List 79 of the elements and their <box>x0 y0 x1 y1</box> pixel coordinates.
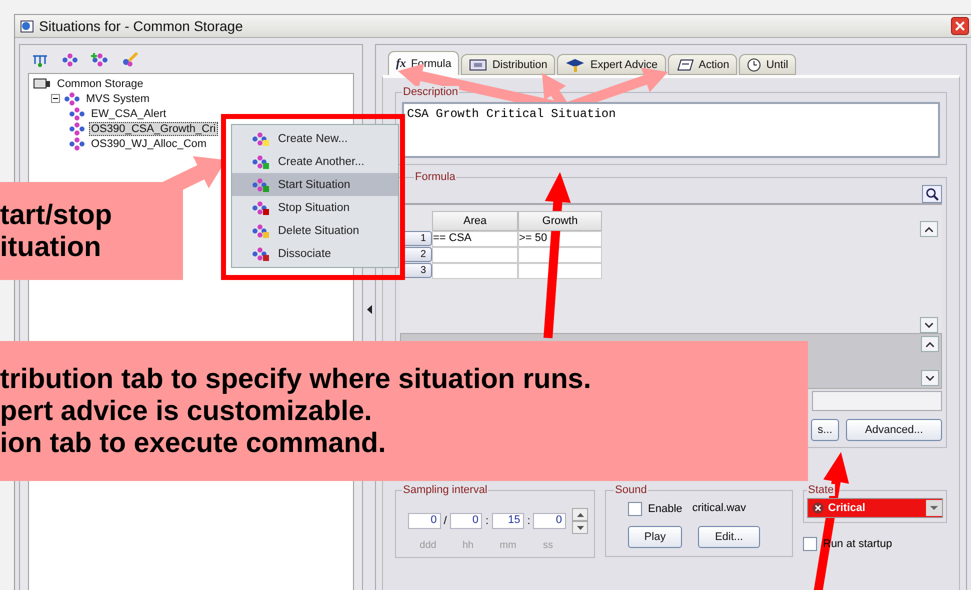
cluster-icon <box>69 106 85 120</box>
callout-text: ituation <box>0 231 102 264</box>
close-button[interactable] <box>951 17 969 35</box>
unit-label: ddd <box>418 540 438 551</box>
cluster-icon <box>69 122 85 136</box>
sound-button[interactable]: Edit... <box>698 526 760 548</box>
scroll-down-icon[interactable] <box>921 370 939 386</box>
group-label: State <box>807 484 835 496</box>
menu-item[interactable]: Start Situation <box>232 173 398 196</box>
menu-item[interactable]: Stop Situation <box>232 196 398 219</box>
tree-item[interactable]: OS390_WJ_Alloc_Com <box>89 136 209 150</box>
input-field[interactable] <box>812 391 942 411</box>
time-field[interactable]: 0 <box>533 513 566 529</box>
tree-item[interactable]: EW_CSA_Alert <box>89 106 168 120</box>
time-field[interactable]: 0 <box>450 513 482 529</box>
cluster-stop-icon <box>252 200 270 216</box>
unit-label: ss <box>542 540 554 551</box>
magnifier-icon[interactable] <box>922 185 942 203</box>
group-label: Description <box>402 86 460 98</box>
menu-item[interactable]: Dissociate <box>232 242 398 265</box>
file-name: critical.wav <box>692 502 746 516</box>
formula-button[interactable]: s... <box>811 419 839 441</box>
separator: / <box>444 515 447 527</box>
window-title: Situations for - Common Storage <box>39 18 244 34</box>
tab[interactable]: Action <box>668 54 738 75</box>
separator: : <box>527 515 530 527</box>
list-icon <box>676 58 694 70</box>
computer-icon <box>33 78 51 90</box>
unit-label: hh <box>461 540 475 551</box>
scroll-down-icon[interactable] <box>920 317 938 333</box>
row-number[interactable]: 3 <box>402 263 432 278</box>
callout-text: pert advice is customizable. <box>0 394 372 428</box>
collapse-arrow-icon[interactable] <box>366 305 372 314</box>
cluster-icon <box>69 136 85 150</box>
callout-text: ion tab to execute command. <box>0 427 386 460</box>
tree-item[interactable]: Common Storage <box>55 76 146 90</box>
column-header: Area <box>432 211 518 231</box>
error-icon <box>812 502 824 514</box>
callout-text: tart/stop <box>0 198 112 231</box>
window-icon <box>19 18 35 34</box>
cluster-play-icon <box>252 176 270 192</box>
enable-checkbox[interactable]: Enable <box>628 502 682 516</box>
group-label: Sound <box>614 484 648 496</box>
time-field[interactable]: 15 <box>492 513 524 529</box>
tab[interactable]: Distribution <box>461 54 556 75</box>
collapse-icon[interactable] <box>51 94 60 103</box>
clock-icon <box>747 58 762 72</box>
column-header: Growth <box>518 211 602 231</box>
description-field[interactable]: CSA Growth Critical Situation <box>402 102 940 158</box>
folder-icon <box>469 58 488 70</box>
state-dropdown[interactable]: Critical <box>807 498 943 518</box>
formula-button[interactable]: Advanced... <box>846 419 942 441</box>
spin-up-icon[interactable] <box>572 508 588 521</box>
group-label: Formula <box>414 171 456 183</box>
separator: : <box>485 515 489 527</box>
cluster-icon <box>64 92 80 106</box>
cluster-plus-icon <box>252 154 270 170</box>
group-label: Sampling interval <box>402 484 488 496</box>
scroll-up-icon[interactable] <box>920 221 938 237</box>
tree-item[interactable]: MVS System <box>84 92 152 106</box>
menu-item[interactable]: Create New... <box>232 127 398 150</box>
tab[interactable]: Expert Advice <box>557 54 666 75</box>
state-value: Critical <box>827 502 866 514</box>
callout-text: tribution tab to specify where situation runs. <box>0 362 592 395</box>
tab[interactable]: Until <box>739 54 796 75</box>
row-number[interactable]: 1 <box>402 231 432 246</box>
sound-button[interactable]: Play <box>628 526 682 548</box>
row-number[interactable]: 2 <box>402 247 432 262</box>
unit-label: mm <box>498 540 518 551</box>
menu-item[interactable]: Delete Situation <box>232 219 398 242</box>
table-cell: == CSA <box>432 231 518 247</box>
tree-item[interactable]: OS390_CSA_Growth_Cri <box>89 122 218 136</box>
scroll-up-icon[interactable] <box>921 336 939 352</box>
menu-item[interactable]: Create Another... <box>232 150 398 173</box>
cluster-plus-icon[interactable] <box>90 51 110 69</box>
time-field[interactable]: 0 <box>408 513 441 529</box>
close-icon <box>955 21 965 31</box>
graduation-cap-icon <box>565 58 586 72</box>
spin-down-icon[interactable] <box>572 521 588 534</box>
